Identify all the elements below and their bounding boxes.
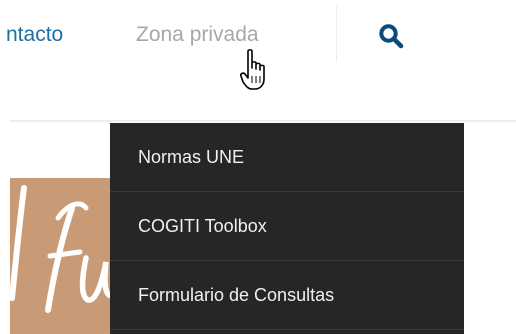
search-icon <box>379 24 404 49</box>
nav-link-zona-privada[interactable]: Zona privada <box>136 20 259 50</box>
hand-pointer-icon <box>240 49 265 90</box>
dropdown-item-formulario-consultas[interactable]: Formulario de Consultas <box>110 261 464 330</box>
dropdown-item-cogiti-toolbox[interactable]: COGITI Toolbox <box>110 192 464 261</box>
dropdown-item-label: Normas UNE <box>138 146 245 167</box>
private-zone-dropdown: Normas UNE COGITI Toolbox Formulario de … <box>110 123 464 334</box>
header-divider <box>336 6 337 62</box>
dropdown-item-label: Formulario de Consultas <box>138 284 335 305</box>
search-button[interactable] <box>372 18 410 54</box>
dropdown-item-label: COGITI Toolbox <box>138 215 267 236</box>
nav-link-contacto[interactable]: ntacto <box>6 20 63 50</box>
dropdown-item-normas-une[interactable]: Normas UNE <box>110 123 464 192</box>
